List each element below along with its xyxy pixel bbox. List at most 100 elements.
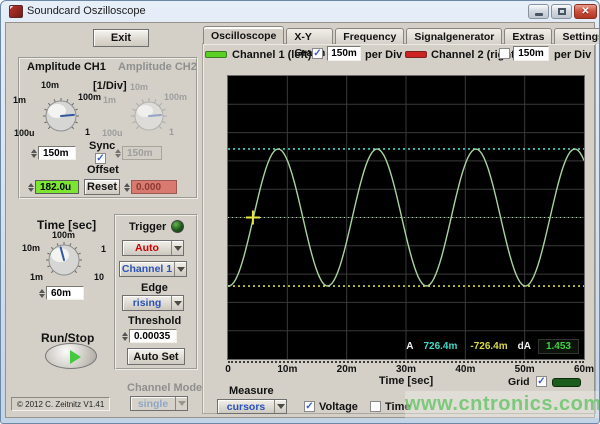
amplitude-ch1-value[interactable]: 150m [38,146,76,160]
edge-dropdown[interactable]: rising [122,295,184,311]
chevron-down-icon [174,262,186,276]
channel2-per-div-label: per Div [554,49,591,61]
x-axis-title: Time [sec] [228,375,584,387]
ch1-scale-1: 1 [85,127,90,137]
cursor-da-value: 1.453 [538,339,579,354]
time-value[interactable]: 60m [46,286,84,300]
channel1-swatch [205,51,227,58]
ch2-scale-10m: 10m [130,82,148,92]
threshold-spinner[interactable]: 0.00035 [121,329,177,343]
close-button[interactable]: ✕ [574,4,597,19]
x-tick-label: 10m [277,364,297,375]
x-tick-label: 60m [574,364,594,375]
voltage-checkbox[interactable] [304,401,315,412]
exit-button[interactable]: Exit [93,29,149,47]
app-icon [9,5,23,18]
amplitude-ch2-spinner[interactable]: 150m [114,146,162,160]
sync-checkbox[interactable] [95,153,106,164]
time-scale-1m: 1m [30,272,43,282]
grid-label: Grid [508,376,530,388]
offset-ch2-spinner[interactable]: 0.000 [123,180,177,194]
cursor-da-label: dA [518,341,531,352]
ch2-scale-1: 1 [169,127,174,137]
spinner-arrows-icon[interactable] [27,180,35,194]
chevron-down-icon [175,397,187,410]
amplitude-ch1-knob[interactable] [39,94,83,138]
offset-ch1-spinner[interactable]: 182.0u [27,180,79,194]
trigger-source-dropdown[interactable]: Channel 1 [119,261,187,277]
spinner-arrows-icon[interactable] [121,329,129,343]
x-tick-label: 20m [337,364,357,375]
trigger-mode-dropdown[interactable]: Auto [122,240,184,256]
x-tick-label: 50m [515,364,535,375]
run-stop-button[interactable] [45,343,97,369]
spinner-arrows-icon[interactable] [30,146,38,160]
measure-mode-dropdown[interactable]: cursors [217,399,287,414]
time-scale-1: 1 [101,244,106,254]
tab-xy-graph[interactable]: X-Y Graph [286,28,333,44]
waveform-plot [228,76,584,359]
edge-label: Edge [141,282,168,294]
cursor-a2-value: -726.4m [467,341,510,352]
channel2-swatch [405,51,427,58]
ch2-scale-100u: 100u [102,128,123,138]
amplitude-ch1-spinner[interactable]: 150m [30,146,76,160]
channel-mode-dropdown[interactable]: single [130,396,188,411]
voltage-label: Voltage [319,401,358,413]
spinner-arrows-icon[interactable] [38,286,46,300]
grid-color-swatch[interactable] [552,378,581,387]
copyright-label: © 2012 C. Zeitnitz V1.41 [11,397,110,411]
ch2-scale-100m: 100m [164,92,187,102]
cursor-readout: A 726.4m -726.4m dA 1.453 [406,339,579,354]
channel1-per-div-label: per Div [365,49,402,61]
chevron-down-icon [171,241,183,255]
ch1-scale-100m: 100m [78,92,101,102]
amplitude-ch2-value[interactable]: 150m [122,146,162,160]
channel1-checkbox[interactable] [312,48,323,59]
channel1-per-div-value[interactable]: 150m [327,46,361,61]
trigger-mode-value: Auto [123,242,171,254]
channel2-checkbox[interactable] [499,48,510,59]
minimize-icon [535,13,543,16]
close-icon: ✕ [581,7,589,17]
tab-settings[interactable]: Settings [554,28,600,44]
cursor-a1-value: 726.4m [420,341,460,352]
amplitude-unit-label: [1/Div] [93,80,127,92]
measure-mode-value: cursors [218,401,274,413]
reset-button[interactable]: Reset [84,179,120,195]
channel2-per-div-value[interactable]: 150m [513,46,549,61]
grid-checkbox[interactable] [536,376,547,387]
spinner-arrows-icon[interactable] [114,146,122,160]
time-measure-checkbox[interactable] [370,401,381,412]
x-tick-label: 40m [455,364,475,375]
trigger-led [171,220,184,233]
minimize-button[interactable] [528,4,549,19]
ch2-scale-1m: 1m [103,95,116,105]
offset-ch2-value[interactable]: 0.000 [131,180,177,194]
chevron-down-icon [274,400,286,413]
x-tick-label: 30m [396,364,416,375]
channel1-label: Channel 1 (left) [232,49,311,61]
ch1-scale-1m: 1m [13,95,26,105]
tab-bar: Oscilloscope X-Y Graph Frequency Signalg… [203,26,600,44]
trigger-source-value: Channel 1 [120,263,174,275]
watermark: www.cntronics.com [405,391,599,418]
tab-extras[interactable]: Extras [504,28,552,44]
time-spinner[interactable]: 60m [38,286,84,300]
time-scale-10: 10 [94,272,104,282]
auto-set-button[interactable]: Auto Set [127,348,185,365]
maximize-button[interactable] [551,4,572,19]
spinner-arrows-icon[interactable] [123,180,131,194]
threshold-label: Threshold [128,315,181,327]
threshold-value[interactable]: 0.00035 [129,329,177,343]
tab-signalgenerator[interactable]: Signalgenerator [406,28,502,44]
tab-frequency[interactable]: Frequency [335,28,404,44]
window-title: Soundcard Oszilloscope [27,5,146,17]
sync-label: Sync [89,140,115,152]
time-knob[interactable] [42,238,86,282]
oscilloscope-display[interactable]: A 726.4m -726.4m dA 1.453 [227,75,585,360]
trigger-label: Trigger [129,221,166,233]
app-window: Soundcard Oszilloscope ✕ Exit Amplitude … [0,0,600,424]
tab-oscilloscope[interactable]: Oscilloscope [203,26,284,44]
offset-ch1-value[interactable]: 182.0u [35,180,79,194]
